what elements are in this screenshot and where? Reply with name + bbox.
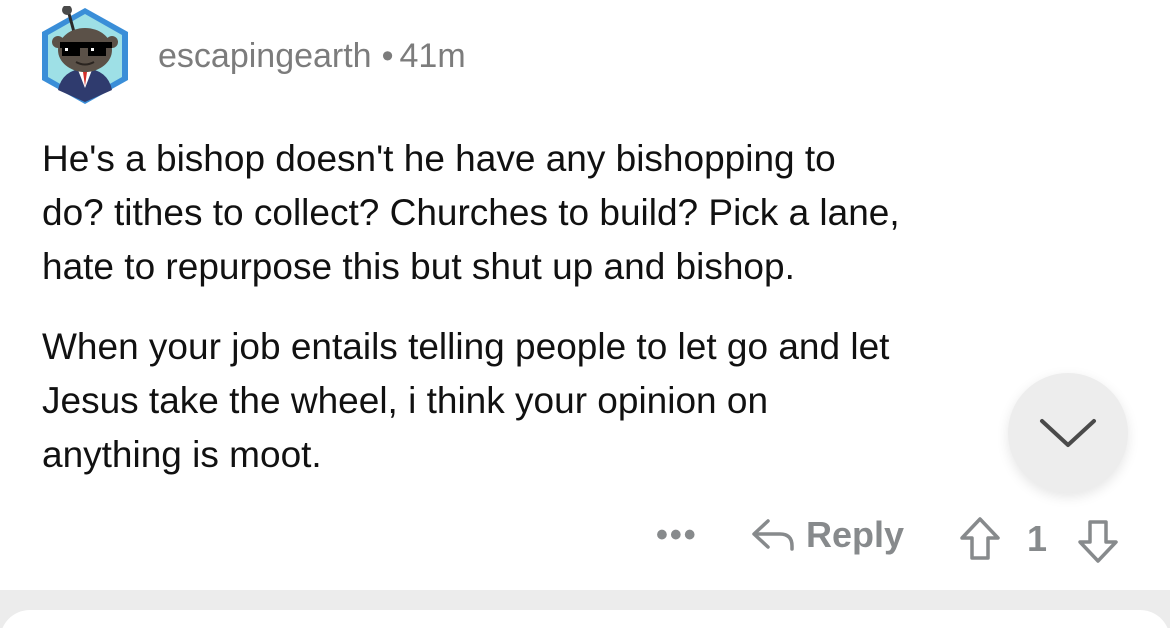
reply-arrow-icon xyxy=(752,519,794,551)
meta-separator: • xyxy=(381,37,394,75)
upvote-button[interactable] xyxy=(958,516,1002,562)
comment-paragraph: When your job entails telling people to … xyxy=(42,326,890,475)
downvote-arrow-icon xyxy=(1078,520,1118,563)
snoo-sunglasses-avatar-icon xyxy=(42,5,128,104)
avatar[interactable] xyxy=(38,5,132,106)
comment-body: He's a bishop doesn't he have any bishop… xyxy=(42,132,1122,508)
collapse-button[interactable] xyxy=(1008,373,1128,493)
vote-score: 1 xyxy=(1027,518,1048,559)
reply-button[interactable]: Reply xyxy=(750,514,904,556)
comment-card: escapingearth • 41m He's a bishop doesn't … xyxy=(0,0,1170,590)
comment-actions: ••• Reply 1 xyxy=(0,510,1170,564)
next-comment-card xyxy=(0,610,1170,640)
upvote-arrow-icon xyxy=(960,517,1000,560)
reply-label: Reply xyxy=(806,514,905,555)
comment-meta: escapingearth • 41m xyxy=(158,36,466,76)
chevron-down-icon xyxy=(1040,419,1096,447)
comment-age: 41m xyxy=(399,37,466,75)
more-options-button[interactable]: ••• xyxy=(656,516,698,555)
comment-paragraph: He's a bishop doesn't he have any bishop… xyxy=(42,138,900,287)
username[interactable]: escapingearth xyxy=(158,37,372,75)
downvote-button[interactable] xyxy=(1076,518,1120,564)
